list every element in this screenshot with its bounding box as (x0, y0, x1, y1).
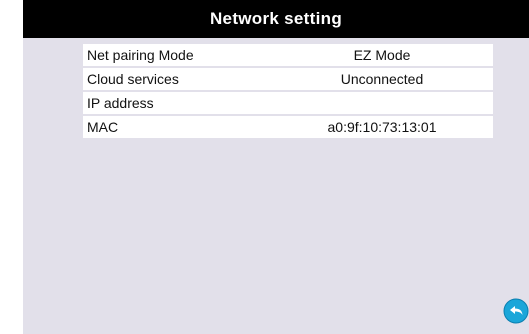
page-title: Network setting (209, 9, 343, 28)
mac-value: a0:9f:10:73:13:01 (327, 119, 437, 135)
back-button[interactable] (503, 298, 529, 324)
net-pairing-mode-label: Net pairing Mode (87, 47, 194, 63)
row-mac[interactable]: MAC a0:9f:10:73:13:01 (83, 116, 493, 138)
row-cloud-services[interactable]: Cloud services Unconnected (83, 68, 493, 90)
mac-label: MAC (87, 119, 119, 135)
ip-address-label: IP address (87, 95, 154, 111)
back-arrow-icon (503, 298, 529, 324)
row-ip-address[interactable]: IP address (83, 92, 493, 114)
device-screen: Network setting Net pairing Mode EZ Mode… (23, 0, 529, 334)
row-net-pairing-mode[interactable]: Net pairing Mode EZ Mode (83, 44, 493, 66)
net-pairing-mode-value: EZ Mode (353, 47, 411, 63)
network-info-table: Net pairing Mode EZ Mode Cloud services … (83, 44, 493, 140)
cloud-services-value: Unconnected (340, 71, 424, 87)
cloud-services-label: Cloud services (87, 71, 179, 87)
title-bar: Network setting (23, 0, 529, 38)
